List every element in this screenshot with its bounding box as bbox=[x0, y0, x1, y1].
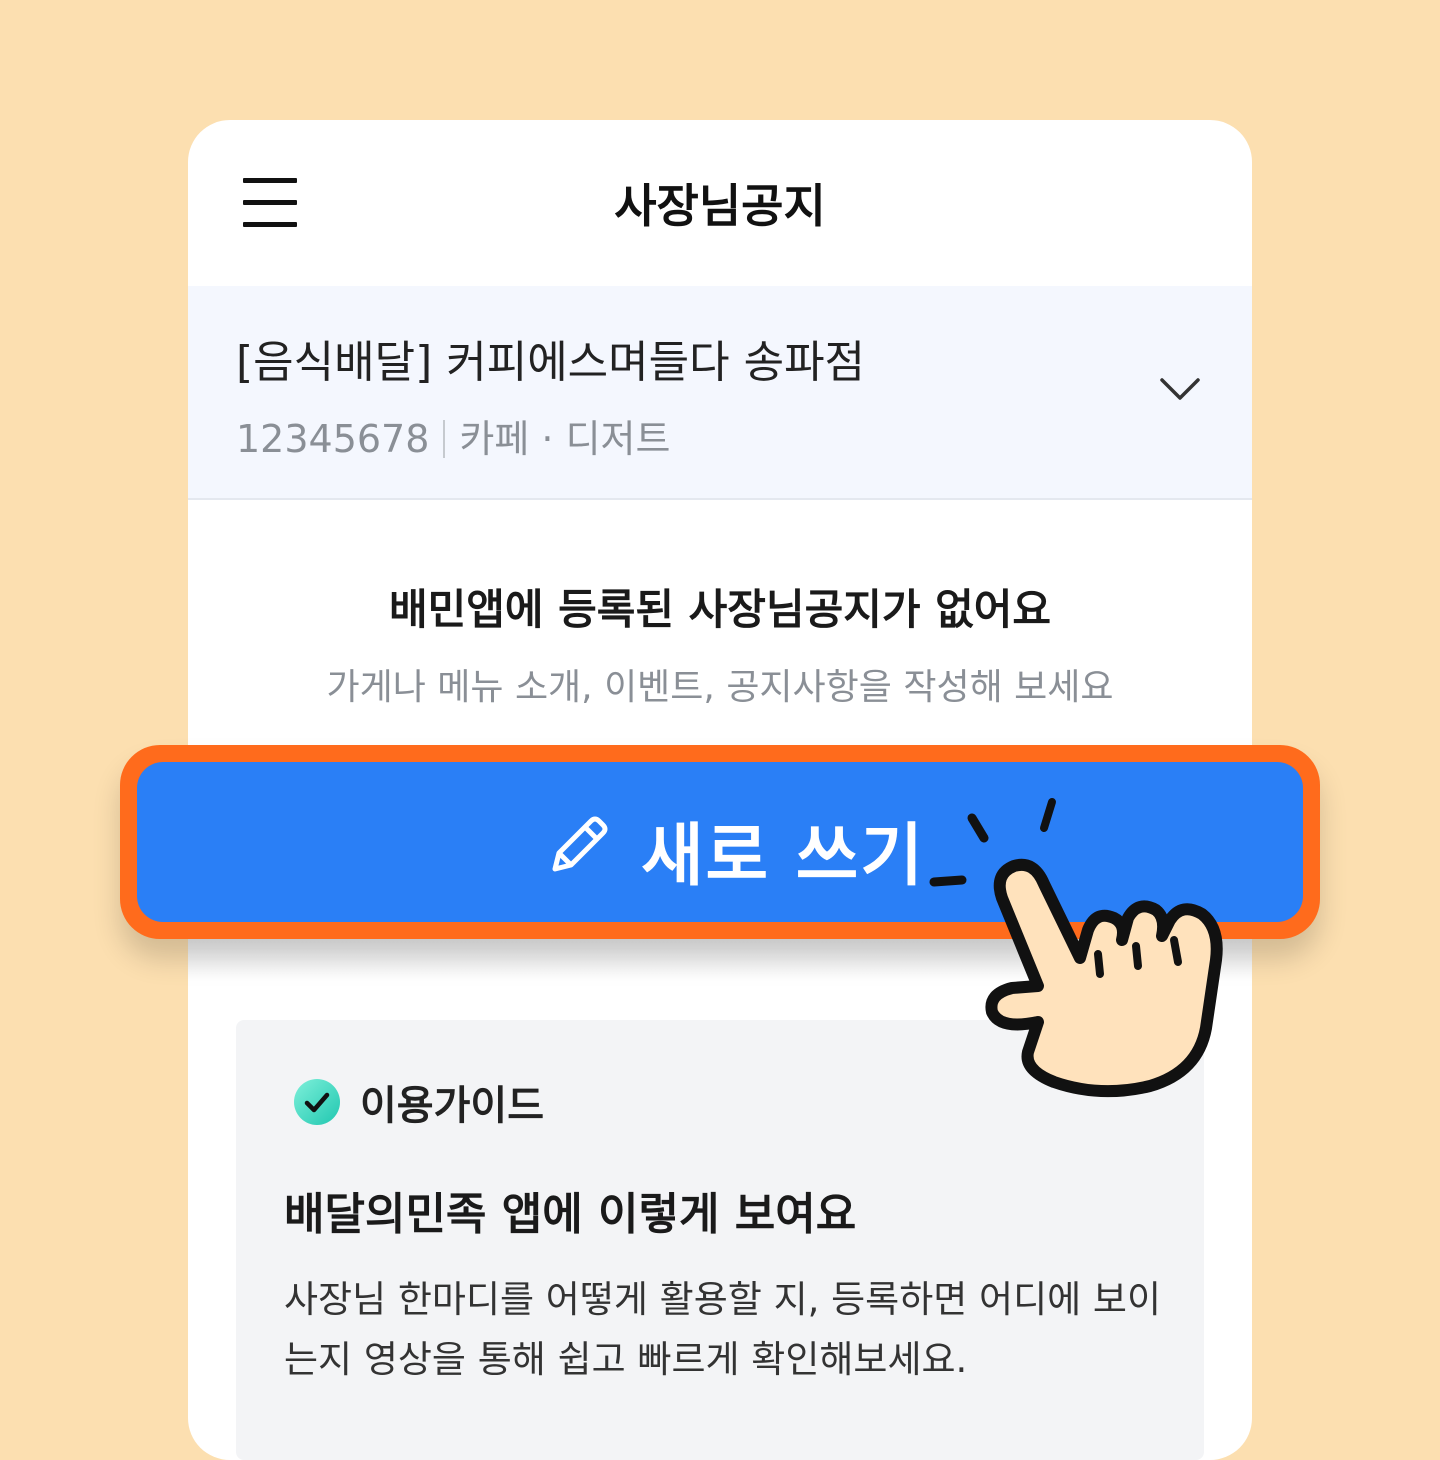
store-selector[interactable]: [음식배달] 커피에스며들다 송파점 12345678 카페 · 디저트 bbox=[188, 286, 1252, 500]
store-name: [음식배달] 커피에스며들다 송파점 bbox=[236, 337, 866, 388]
store-id: 12345678 bbox=[236, 417, 430, 461]
guide-header: 이용가이드 bbox=[292, 1076, 544, 1129]
check-circle-icon bbox=[294, 1079, 340, 1125]
empty-state-subtitle: 가게나 메뉴 소개, 이벤트, 공지사항을 작성해 보세요 bbox=[326, 667, 1114, 708]
pencil-icon bbox=[552, 816, 608, 872]
guide-title: 배달의민족 앱에 이렇게 보여요 bbox=[284, 1189, 857, 1240]
page-title: 사장님공지 bbox=[614, 179, 826, 233]
empty-state-title: 배민앱에 등록된 사장님공지가 없어요 bbox=[388, 585, 1052, 634]
guide-label: 이용가이드 bbox=[360, 1083, 544, 1129]
guide-description: 사장님 한마디를 어떻게 활용할 지, 등록하면 어디에 보이는지 영상을 통해… bbox=[284, 1278, 1162, 1381]
chevron-down-icon[interactable] bbox=[1158, 374, 1202, 404]
app-header: 사장님공지 bbox=[188, 120, 1252, 286]
write-new-label: 새로 쓰기 bbox=[641, 817, 925, 896]
store-category: 카페 · 디저트 bbox=[459, 417, 671, 461]
store-meta: 12345678 카페 · 디저트 bbox=[236, 408, 670, 463]
pointing-hand-icon bbox=[929, 798, 1223, 1098]
divider bbox=[443, 420, 446, 458]
